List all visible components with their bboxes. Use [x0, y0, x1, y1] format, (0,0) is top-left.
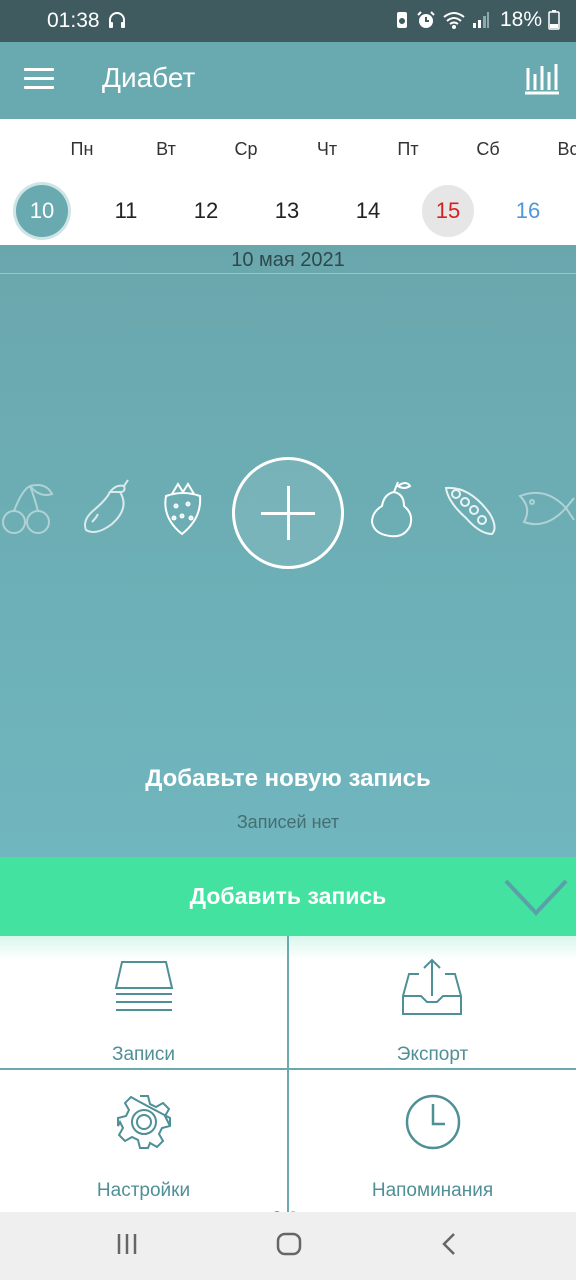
main-content: 10 мая 2021 Добавьте новую запись Записе…: [0, 245, 576, 857]
alarm-icon: [416, 10, 436, 30]
bar-chart-icon[interactable]: [524, 60, 560, 101]
day-name: Пт: [397, 139, 419, 159]
battery-saver-icon: [394, 10, 410, 30]
cherry-icon: [0, 478, 58, 543]
wifi-icon: [442, 10, 466, 30]
empty-state-subtitle: Записей нет: [236, 812, 340, 832]
tile-export[interactable]: Экспорт: [289, 936, 576, 1068]
date-divider: [0, 273, 576, 274]
status-bar: 01:38 18%: [0, 0, 576, 42]
day-number[interactable]: 14: [342, 185, 394, 237]
day-number[interactable]: 11: [100, 185, 152, 237]
grid-divider-vertical: [287, 936, 289, 1212]
system-navigation-bar: [0, 1212, 576, 1280]
clock-icon: [405, 1094, 461, 1150]
app-title: Диабет: [102, 62, 196, 93]
export-tray-icon: [402, 958, 462, 1015]
status-time: 01:38: [47, 9, 100, 32]
records-stack-icon: [114, 961, 174, 1011]
gear-icon: [117, 1095, 171, 1149]
day-number[interactable]: 12: [180, 185, 232, 237]
tile-records[interactable]: Записи: [0, 936, 287, 1068]
menu-grid: Записи Экспорт Настройки Напоминания: [0, 936, 576, 1219]
tile-settings-label: Настройки: [96, 1180, 191, 1201]
strawberry-icon: [158, 478, 208, 543]
battery-icon: [548, 10, 560, 30]
current-date-label: 10 мая 2021: [231, 249, 345, 271]
add-record-label: Добавить запись: [189, 883, 387, 909]
add-entry-circle-button[interactable]: [232, 457, 344, 569]
day-name: Пн: [70, 139, 94, 159]
add-record-button[interactable]: Добавить запись: [0, 857, 576, 936]
back-icon[interactable]: [440, 1230, 458, 1263]
day-number-sunday[interactable]: 16: [502, 185, 554, 237]
tile-settings[interactable]: Настройки: [0, 1070, 287, 1202]
empty-state-title: Добавьте новую запись: [145, 765, 431, 792]
recent-apps-icon[interactable]: [116, 1230, 138, 1263]
day-name: Вс: [557, 139, 576, 159]
day-number[interactable]: 13: [261, 185, 313, 237]
day-number-saturday[interactable]: 15: [422, 185, 474, 237]
eggplant-icon: [80, 478, 134, 543]
fish-icon: [516, 478, 576, 543]
headphones-icon: [108, 11, 126, 34]
day-number-selected[interactable]: 10: [16, 185, 68, 237]
battery-percent: 18%: [499, 8, 542, 31]
home-icon[interactable]: [276, 1230, 302, 1263]
day-name: Сб: [476, 139, 500, 159]
day-name: Ср: [234, 139, 258, 159]
tile-records-label: Записи: [111, 1044, 176, 1065]
pea-pod-icon: [440, 478, 500, 543]
tile-reminders-label: Напоминания: [371, 1180, 494, 1201]
day-name: Вт: [156, 139, 176, 159]
tile-reminders[interactable]: Напоминания: [289, 1070, 576, 1202]
hamburger-menu-icon[interactable]: [24, 68, 54, 92]
chevron-down-icon[interactable]: [504, 877, 568, 922]
day-name: Чт: [316, 139, 338, 159]
pear-icon: [368, 478, 418, 545]
week-calendar: Пн 10 Вт 11 Ср 12 Чт 13 Пт 14 Сб 15 Вс 1…: [0, 119, 576, 245]
tile-export-label: Экспорт: [396, 1044, 469, 1065]
app-bar: Диабет: [0, 42, 576, 119]
signal-icon: [472, 11, 490, 29]
